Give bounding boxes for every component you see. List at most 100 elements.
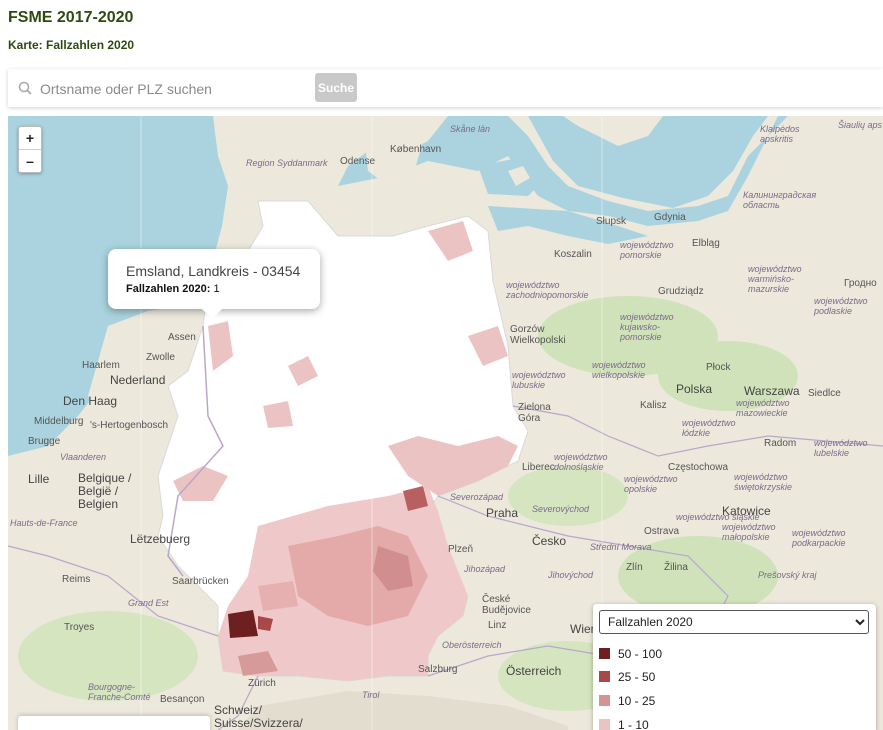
page-subtitle: Karte: Fallzahlen 2020	[8, 38, 135, 52]
zoom-in-button[interactable]: +	[19, 127, 41, 150]
map-label: Střední Morava	[590, 542, 652, 552]
map-label: województwo małopolskie	[722, 522, 776, 542]
map-label: Słupsk	[596, 216, 627, 227]
map-label: Bourgogne-Franche-Comté	[88, 682, 151, 702]
map-label: Linz	[488, 620, 507, 631]
map-label: Koszalin	[554, 249, 592, 260]
map-label: województwo lubelskie	[814, 438, 868, 458]
map-label: Zwolle	[146, 352, 175, 363]
map-label: Saarbrücken	[172, 576, 229, 587]
map-label: Tirol	[362, 690, 380, 700]
map-label: Severovýchod	[532, 504, 590, 514]
map-label: Warszawa	[744, 384, 800, 398]
map-label: Hauts-de-France	[10, 518, 78, 528]
map-label: Česko	[532, 534, 567, 548]
map-label: województwo łódzkie	[682, 418, 736, 438]
map-label: Region Syddanmark	[246, 158, 328, 168]
map-label: Prešovský kraj	[758, 570, 817, 580]
map-label: České Budějovice	[482, 594, 531, 616]
legend-item: 10 - 25	[599, 694, 655, 710]
map-label: København	[390, 144, 442, 155]
map-label: województwo podlaskie	[814, 296, 868, 316]
map-label: Lille	[28, 472, 50, 486]
legend-swatch	[599, 695, 610, 706]
map-label: Plzeň	[448, 544, 474, 555]
legend-label: 1 - 10	[618, 718, 649, 730]
map-label: Jihozápad	[464, 564, 506, 574]
map-label: Liberec	[522, 462, 555, 473]
map-label: Płock	[706, 362, 731, 373]
map-label: Grudziądz	[658, 286, 704, 297]
map-label: Ostrava	[644, 526, 680, 537]
map-label: Jihovýchod	[548, 570, 594, 580]
legend-label: 50 - 100	[618, 647, 663, 661]
map-label: województwo pomorskie	[620, 240, 674, 260]
map-label: 's-Hertogenbosch	[90, 420, 169, 431]
map-label: Klaipėdos apskritis	[760, 124, 800, 144]
map-label: województwo wielkopolskie	[592, 360, 646, 380]
map-label: województwo lubuskie	[512, 370, 566, 390]
map-label: Kalisz	[640, 400, 667, 411]
legend-swatch	[599, 648, 610, 659]
map-label: województwo opolskie	[624, 474, 678, 494]
map-label: Belgique / België / Belgien	[78, 471, 132, 511]
map-label: Zürich	[248, 678, 276, 689]
map-label: Skåne län	[450, 124, 491, 134]
map-label: Praha	[486, 506, 519, 520]
map-label: Brugge	[28, 436, 61, 447]
map-label: Salzburg	[418, 664, 458, 675]
map-label: Haarlem	[82, 360, 120, 371]
zoom-out-button[interactable]: –	[19, 150, 41, 172]
map-label: Калининградская область	[743, 190, 817, 210]
map-label: Šiaulių aps	[838, 120, 883, 130]
page-title: FSME 2017-2020	[8, 9, 134, 26]
legend-swatch	[599, 671, 610, 682]
map-label: Polska	[676, 382, 713, 396]
zoom-control: + –	[18, 126, 42, 173]
map-label: Grand Est	[128, 598, 169, 608]
legend-swatch	[599, 719, 610, 730]
popup-metric-label: Fallzahlen 2020:	[126, 283, 211, 295]
map-label: Troyes	[64, 622, 95, 633]
map-legend: Fallzahlen 2020 50 - 100 25 - 50 10 - 25…	[593, 604, 876, 730]
map-label: Severozápad	[450, 492, 504, 502]
map-label: Gdynia	[654, 212, 686, 223]
metric-select[interactable]: Fallzahlen 2020	[599, 610, 869, 634]
map-label: Besançon	[160, 694, 205, 705]
map-label: Гродно	[844, 278, 877, 289]
legend-item: 25 - 50	[599, 670, 655, 686]
map-label: Radom	[764, 438, 797, 449]
map-label: województwo śląskie	[676, 512, 760, 522]
map-label: Lëtzebuerg	[130, 532, 191, 546]
map-label: Assen	[168, 332, 196, 343]
popup-metric-value: 1	[213, 283, 220, 295]
popup-metric: Fallzahlen 2020: 1	[126, 283, 220, 295]
map-label: Zlín	[626, 562, 643, 573]
map-label: województwo dolnośląskie	[554, 452, 608, 472]
map-label: województwo warmińsko-mazurskie	[748, 264, 802, 294]
map-label: Vlaanderen	[60, 452, 107, 462]
map-label: województwo kujawsko-pomorskie	[620, 312, 674, 342]
search-input[interactable]	[38, 77, 312, 101]
legend-label: 10 - 25	[618, 694, 656, 708]
map-label: Den Haag	[63, 394, 118, 408]
search-icon	[18, 81, 32, 95]
map-label: Žilina	[664, 562, 688, 573]
map-label: województwo świętokrzyskie	[734, 472, 793, 492]
map-label: Odense	[340, 156, 376, 167]
map-canvas[interactable]: København Odense Region Syddanmark Skåne…	[8, 116, 883, 730]
search-bar: Suche	[8, 69, 883, 107]
map-label: Österreich	[506, 664, 562, 678]
map-label: Zielona Góra	[518, 402, 551, 424]
map-label: Siedlce	[808, 388, 841, 399]
map-label: Elbląg	[692, 238, 720, 249]
legend-label: 25 - 50	[618, 670, 656, 684]
map-label: Częstochowa	[668, 462, 729, 473]
map-label: Schweiz/ Suisse/Svizzera/	[214, 703, 303, 730]
map-info-box	[18, 716, 210, 730]
map-label: województwo mazowieckie	[736, 398, 790, 418]
search-button[interactable]: Suche	[315, 73, 357, 102]
legend-item: 50 - 100	[599, 647, 662, 663]
map-label: Middelburg	[34, 416, 84, 427]
map-label: Gorzów Wielkopolski	[510, 324, 566, 346]
